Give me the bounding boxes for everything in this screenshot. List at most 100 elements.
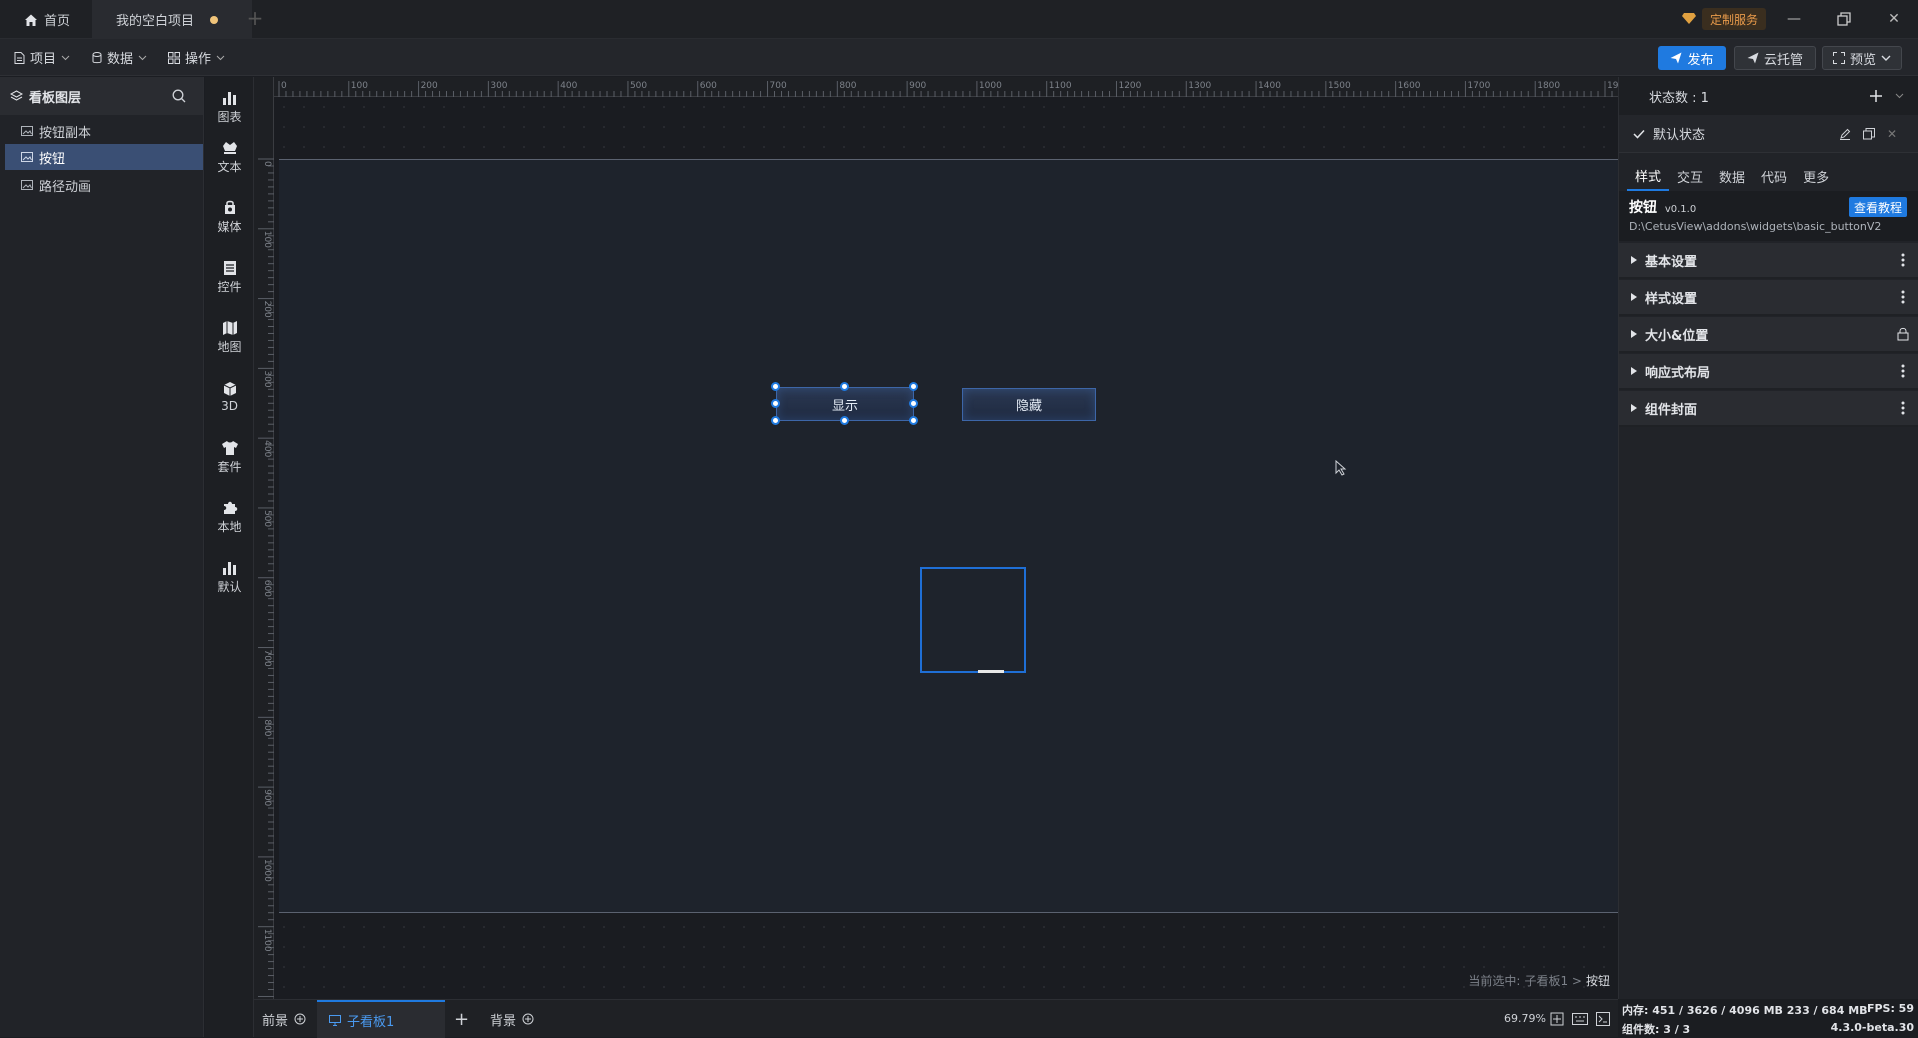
publish-button[interactable]: 发布 bbox=[1658, 46, 1726, 70]
minimize-icon[interactable]: — bbox=[1782, 8, 1806, 30]
palette-3d[interactable]: 3D bbox=[205, 372, 254, 422]
palette-text[interactable]: 文本 bbox=[205, 132, 254, 182]
tab-style[interactable]: 样式 bbox=[1627, 161, 1670, 191]
tab-code[interactable]: 代码 bbox=[1753, 161, 1795, 191]
resize-handle[interactable] bbox=[771, 399, 780, 408]
cube-icon bbox=[222, 381, 238, 397]
fit-screen-icon[interactable] bbox=[1550, 1012, 1564, 1026]
layer-label: 按钮 bbox=[39, 151, 66, 167]
tab-home[interactable]: 首页 bbox=[0, 0, 92, 39]
tab-interaction[interactable]: 交互 bbox=[1669, 161, 1711, 191]
resize-handle[interactable] bbox=[909, 416, 918, 425]
chevron-down-icon[interactable] bbox=[1895, 93, 1904, 99]
component-count: 组件数: 3 / 3 bbox=[1622, 1023, 1691, 1036]
more-vertical-icon[interactable] bbox=[1901, 364, 1905, 378]
cloud-host-button[interactable]: 云托管 bbox=[1734, 46, 1816, 70]
canvas-area[interactable]: 0 100 200 300 400 500 600 700 800 900 1000 1100 1200… bbox=[254, 77, 1618, 999]
resize-handle[interactable] bbox=[771, 382, 780, 391]
selection-target: 按钮 bbox=[1585, 974, 1610, 988]
palette-default[interactable]: 默认 bbox=[205, 552, 254, 602]
path-animation-widget[interactable] bbox=[920, 567, 1026, 673]
ruler-top: 0 100 200 300 400 500 600 700 800 900 1000 1100 1200… bbox=[254, 77, 1618, 97]
zoom-level[interactable]: 69.79% bbox=[1504, 1012, 1546, 1025]
image-icon bbox=[21, 126, 33, 136]
edit-icon[interactable] bbox=[1839, 128, 1851, 140]
check-icon bbox=[1633, 129, 1645, 139]
lock-icon[interactable] bbox=[1897, 327, 1909, 341]
section-basic-settings[interactable]: 基本设置 bbox=[1619, 243, 1918, 279]
chevron-down-icon bbox=[138, 55, 147, 61]
more-vertical-icon[interactable] bbox=[1901, 401, 1905, 415]
tab-foreground-label: 前景 bbox=[262, 1013, 289, 1029]
tab-more[interactable]: 更多 bbox=[1795, 161, 1837, 191]
add-circle-icon[interactable] bbox=[294, 1013, 306, 1025]
ruler-tick-label: 1100 bbox=[262, 929, 272, 952]
tab-foreground[interactable]: 前景 bbox=[262, 1000, 306, 1038]
palette-suite[interactable]: 套件 bbox=[205, 432, 254, 482]
caret-right-icon bbox=[1631, 404, 1637, 412]
palette-media[interactable]: 媒体 bbox=[205, 192, 254, 242]
resize-handle[interactable] bbox=[840, 416, 849, 425]
section-style-settings[interactable]: 样式设置 bbox=[1619, 280, 1918, 316]
new-tab-button[interactable]: + bbox=[244, 8, 266, 30]
resize-handle[interactable] bbox=[771, 416, 780, 425]
restore-icon[interactable] bbox=[1832, 8, 1856, 30]
palette-label: 媒体 bbox=[217, 219, 242, 234]
sub-board-canvas[interactable]: 显示 隐藏 bbox=[279, 159, 1618, 913]
show-button-label: 显示 bbox=[831, 398, 858, 414]
section-label: 大小&位置 bbox=[1645, 328, 1709, 344]
title-bar: 首页 我的空白项目 + 定制服务 — ✕ bbox=[0, 0, 1918, 39]
property-tabs: 样式 交互 数据 代码 更多 bbox=[1619, 153, 1918, 191]
layer-label: 路径动画 bbox=[39, 179, 92, 195]
ruler-tick-label: 900 bbox=[262, 789, 272, 806]
add-board-button[interactable]: + bbox=[454, 1000, 469, 1038]
monitor-icon bbox=[329, 1014, 341, 1026]
tutorial-button[interactable]: 查看教程 bbox=[1849, 197, 1907, 217]
hide-button-widget[interactable]: 隐藏 bbox=[962, 388, 1096, 421]
tab-data[interactable]: 数据 bbox=[1711, 161, 1753, 191]
menu-operate[interactable]: 操作 bbox=[168, 39, 225, 76]
ruler-tick-label: 300 bbox=[262, 370, 272, 387]
resize-handle[interactable] bbox=[909, 399, 918, 408]
plus-icon[interactable] bbox=[1869, 89, 1883, 103]
palette-label: 套件 bbox=[217, 459, 242, 474]
preview-button[interactable]: 预览 bbox=[1822, 46, 1902, 70]
tab-background[interactable]: 背景 bbox=[490, 1000, 534, 1038]
palette-control[interactable]: 控件 bbox=[205, 252, 254, 302]
delete-icon[interactable]: ✕ bbox=[1887, 127, 1897, 141]
ruler-tick-label: 500 bbox=[262, 510, 272, 527]
layer-item[interactable]: 路径动画 bbox=[5, 172, 203, 198]
resize-handle[interactable] bbox=[909, 382, 918, 391]
ruler-tick-label: 0 bbox=[262, 161, 272, 167]
close-icon[interactable]: ✕ bbox=[1882, 8, 1906, 30]
layer-label: 按钮副本 bbox=[39, 125, 92, 141]
palette-local[interactable]: 本地 bbox=[205, 492, 254, 542]
section-component-cover[interactable]: 组件封面 bbox=[1619, 391, 1918, 427]
palette-map[interactable]: 地图 bbox=[205, 312, 254, 362]
more-vertical-icon[interactable] bbox=[1901, 290, 1905, 304]
section-responsive-layout[interactable]: 响应式布局 bbox=[1619, 354, 1918, 390]
tab-sub-board[interactable]: 子看板1 bbox=[317, 1000, 445, 1038]
custom-service-button[interactable]: 定制服务 bbox=[1702, 8, 1766, 30]
default-state-row[interactable]: 默认状态 ✕ bbox=[1619, 115, 1918, 153]
palette-chart[interactable]: 图表 bbox=[205, 82, 254, 132]
menu-project[interactable]: 项目 bbox=[14, 39, 70, 76]
section-size-position[interactable]: 大小&位置 bbox=[1619, 317, 1918, 353]
keyboard-icon[interactable] bbox=[1572, 1013, 1588, 1025]
tab-project[interactable]: 我的空白项目 bbox=[92, 0, 252, 39]
menu-data[interactable]: 数据 bbox=[92, 39, 147, 76]
properties-panel: 状态数 : 1 默认状态 ✕ 样式 交互 数据 代码 更多 按钮 v0.1.0 … bbox=[1618, 77, 1918, 999]
layer-item[interactable]: 按钮 bbox=[5, 144, 203, 170]
resize-handle[interactable] bbox=[840, 382, 849, 391]
terminal-icon[interactable] bbox=[1596, 1012, 1610, 1026]
layer-item[interactable]: 按钮副本 bbox=[5, 118, 203, 144]
palette-label: 本地 bbox=[217, 519, 242, 534]
fps-counter: FPS: 59 bbox=[1866, 1002, 1914, 1015]
chevron-down-icon[interactable] bbox=[1881, 55, 1891, 61]
more-vertical-icon[interactable] bbox=[1901, 253, 1905, 267]
copy-icon[interactable] bbox=[1863, 128, 1875, 140]
ruler-tick-label: 100 bbox=[262, 231, 272, 248]
ruler-left: 0 100 200 300 400 500 600 700 800 900 1000 1100 bbox=[254, 77, 274, 999]
add-circle-icon[interactable] bbox=[522, 1013, 534, 1025]
search-icon[interactable] bbox=[172, 89, 186, 103]
